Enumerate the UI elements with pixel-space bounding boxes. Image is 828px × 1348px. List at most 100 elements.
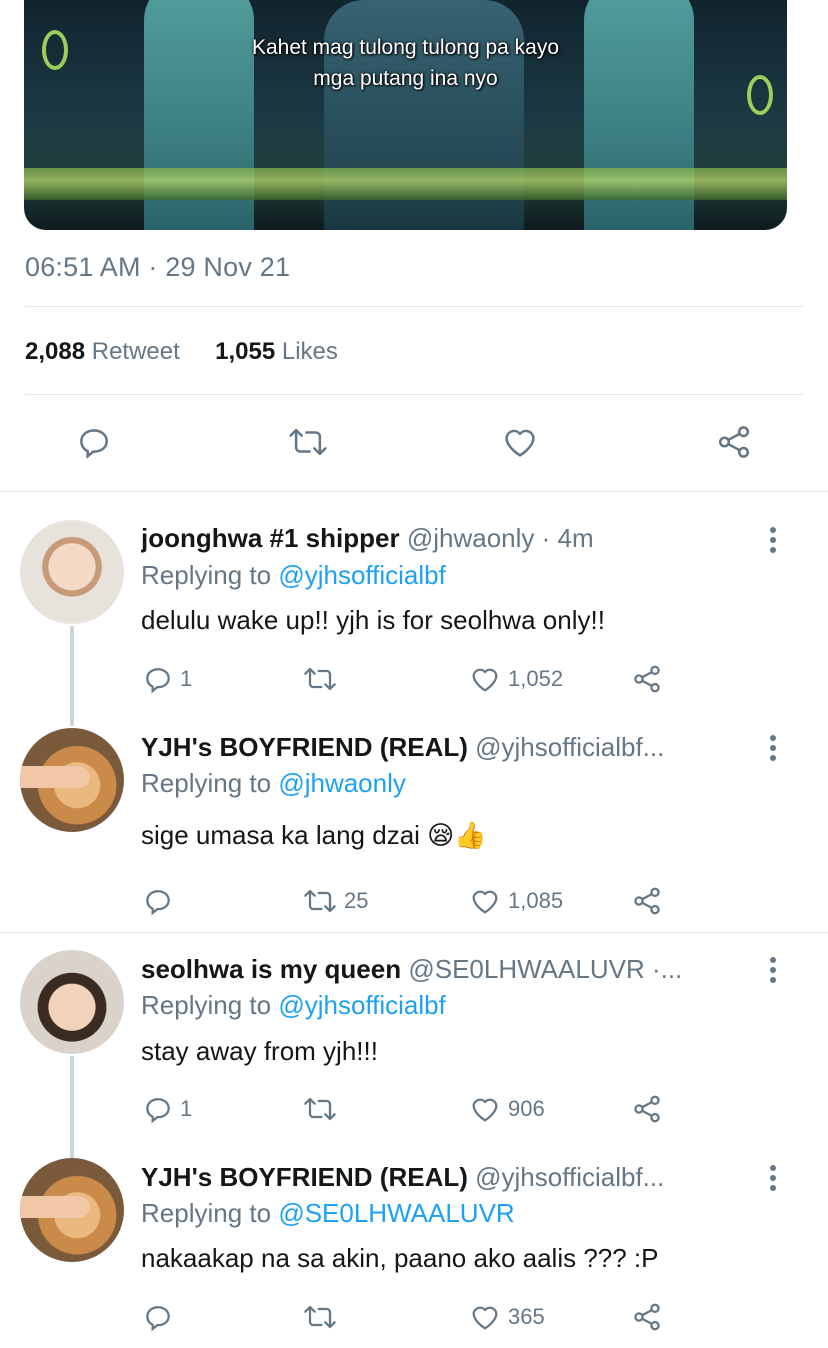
like-label[interactable]: Likes [282,338,338,365]
retweet-icon [289,428,327,456]
like-count: 906 [508,1096,545,1121]
heart-icon [472,1098,498,1122]
share-button[interactable] [631,661,663,697]
reply-button[interactable]: 1 [142,1091,192,1127]
avatar[interactable] [20,1158,124,1262]
divider [0,932,828,933]
more-vertical-icon[interactable] [762,1163,784,1193]
reply-action-bar: 1 906 [0,1091,828,1127]
reply-icon [80,429,108,459]
retweet-icon [304,1305,336,1329]
retweet-count[interactable]: 2,088 [25,338,85,365]
user-handle[interactable]: @jhwaonly · 4m [407,523,594,553]
share-icon [634,1095,660,1123]
retweet-label[interactable]: Retweet [92,338,180,365]
like-count: 365 [508,1304,545,1329]
retweet-button[interactable]: 25 [302,883,368,919]
mention-link[interactable]: @jhwaonly [278,768,406,798]
retweet-icon [304,889,336,913]
more-vertical-icon[interactable] [762,525,784,555]
replying-to: Replying to @jhwaonly [141,768,406,799]
tweet-timestamp[interactable]: 06:51 AM · 29 Nov 21 [25,252,290,283]
replying-to: Replying to @yjhsofficialbf [141,560,446,591]
replying-to: Replying to @SE0LHWAALUVR [141,1198,515,1229]
reply-icon [146,890,170,916]
share-icon [634,665,660,693]
display-name[interactable]: joonghwa #1 shipper [141,523,400,553]
user-handle[interactable]: @yjhsofficialbf... [475,732,664,762]
like-count[interactable]: 1,055 [215,338,275,365]
tweet-media-image[interactable]: Kahet mag tulong tulong pa kayo mga puta… [24,0,787,230]
reply-header: seolhwa is my queen @SE0LHWAALUVR ·... [141,954,751,985]
display-name[interactable]: seolhwa is my queen [141,954,401,984]
share-icon [634,887,660,915]
retweet-count: 25 [344,888,369,913]
heart-icon [472,1306,498,1330]
replying-prefix: Replying to [141,1198,272,1228]
user-handle[interactable]: @yjhsofficialbf... [475,1162,664,1192]
reply-action-bar: 365 [0,1299,828,1335]
like-count: 1,052 [508,666,564,691]
retweet-button[interactable] [302,1091,344,1127]
retweet-button[interactable] [302,661,344,697]
reply-text: delulu wake up!! yjh is for seolhwa only… [141,605,605,635]
more-vertical-icon[interactable] [762,955,784,985]
display-name[interactable]: YJH's BOYFRIEND (REAL) [141,1162,468,1192]
media-caption-line2: mga putang ina nyo [313,67,498,90]
retweet-button[interactable] [284,418,332,466]
mention-link[interactable]: @SE0LHWAALUVR [278,1198,514,1228]
retweet-button[interactable] [302,1299,344,1335]
divider [0,491,828,492]
replying-prefix: Replying to [141,768,272,798]
heart-icon [472,668,498,692]
like-button[interactable] [496,418,544,466]
reply-count: 1 [180,1096,193,1121]
media-caption-line1: Kahet mag tulong tulong pa kayo [251,36,560,59]
like-button[interactable]: 1,085 [468,883,563,919]
share-icon [718,426,750,458]
reply-button[interactable]: 1 [142,661,192,697]
share-button[interactable] [631,883,663,919]
reply-count: 1 [180,666,193,691]
replying-prefix: Replying to [141,560,272,590]
like-count: 1,085 [508,888,564,913]
mention-link[interactable]: @yjhsofficialbf [278,990,446,1020]
reply-text: stay away from yjh!!! [141,1036,378,1066]
like-button[interactable]: 906 [468,1091,545,1127]
more-vertical-icon[interactable] [762,733,784,763]
avatar[interactable] [20,520,124,624]
like-button[interactable]: 1,052 [468,661,563,697]
reply-text: nakaakap na sa akin, paano ako aalis ???… [141,1243,659,1273]
reply-button[interactable] [70,418,118,466]
tweet-stats: 2,088 Retweet 1,055 Likes [25,338,338,366]
display-name[interactable]: YJH's BOYFRIEND (REAL) [141,732,468,762]
reply-header: YJH's BOYFRIEND (REAL) @yjhsofficialbf..… [141,1162,751,1193]
divider [25,306,803,307]
user-handle[interactable]: @SE0LHWAALUVR ·... [408,954,682,984]
share-button[interactable] [710,418,758,466]
media-caption: Kahet mag tulong tulong pa kayo mga puta… [24,32,787,94]
reply-action-bar: 25 1,085 [0,883,828,919]
like-button[interactable]: 365 [468,1299,545,1335]
share-button[interactable] [631,1299,663,1335]
avatar[interactable] [20,728,124,832]
reply-button[interactable] [142,883,180,919]
share-button[interactable] [631,1091,663,1127]
replying-to: Replying to @yjhsofficialbf [141,990,446,1021]
reply-icon [146,1098,170,1124]
reply-header: YJH's BOYFRIEND (REAL) @yjhsofficialbf..… [141,732,751,763]
reply-header: joonghwa #1 shipper @jhwaonly · 4m [141,523,751,554]
heart-icon [472,890,498,914]
share-icon [634,1303,660,1331]
heart-icon [505,429,535,457]
avatar[interactable] [20,950,124,1054]
reply-action-bar: 1 1,052 [0,661,828,697]
tweet-action-bar [0,418,828,468]
retweet-icon [304,1097,336,1121]
retweet-icon [304,667,336,691]
reply-text: sige umasa ka lang dzai 😪👍 [141,820,487,850]
replying-prefix: Replying to [141,990,272,1020]
mention-link[interactable]: @yjhsofficialbf [278,560,446,590]
reply-button[interactable] [142,1299,180,1335]
media-grass [24,168,787,200]
